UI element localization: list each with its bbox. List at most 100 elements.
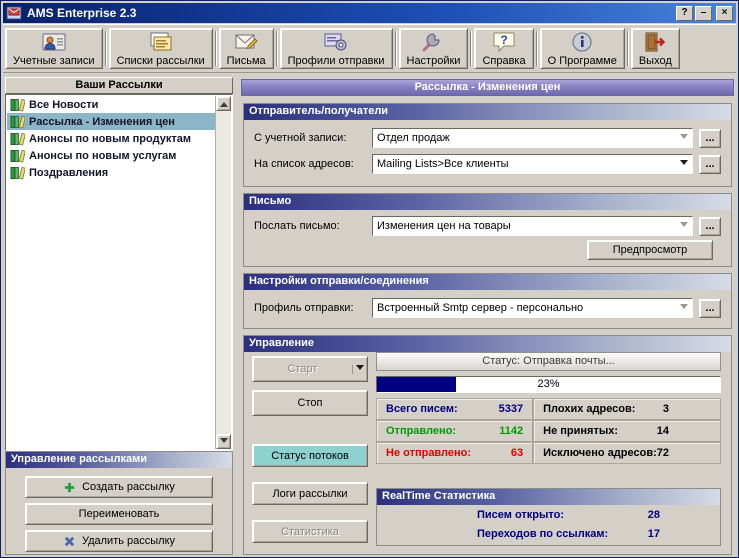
statistics-button[interactable]: Статистика <box>252 520 368 543</box>
list-scrollbar[interactable] <box>215 96 231 449</box>
list-item-congratulations[interactable]: Поздравления <box>7 164 215 181</box>
mailing-lists-icon <box>148 30 174 54</box>
status-text: Статус: Отправка почты... <box>376 352 721 371</box>
chevron-down-icon[interactable] <box>676 221 692 231</box>
profile-label: Профиль отправки: <box>254 302 354 314</box>
main-panel: Рассылка - Изменения цен Отправитель/пол… <box>241 79 734 555</box>
plus-icon <box>63 481 76 494</box>
list-item-new-products[interactable]: Анонсы по новым продуктам <box>7 130 215 147</box>
about-icon <box>569 30 595 54</box>
toolbar-separator <box>394 31 397 66</box>
profile-browse-button[interactable]: ... <box>699 298 721 318</box>
stat-label: Не принятых: <box>543 425 619 437</box>
profile-select[interactable]: Встроенный Smtp сервер - персонально <box>372 298 693 318</box>
letter-row: Послать письмо: Изменения цен на товары … <box>254 216 721 236</box>
account-label: С учетной записи: <box>254 132 347 144</box>
chevron-down-icon[interactable] <box>676 303 692 313</box>
scroll-down-button[interactable] <box>216 434 231 449</box>
toolbar-button-help[interactable]: ? Справка <box>474 28 534 69</box>
address-list-row: На список адресов: Mailing Lists>Все кли… <box>254 154 721 174</box>
address-list-browse-button[interactable]: ... <box>699 154 721 174</box>
toolbar-button-send-profiles[interactable]: Профили отправки <box>279 28 393 69</box>
sender-group: Отправитель/получатели С учетной записи:… <box>243 103 732 187</box>
create-mailing-label: Создать рассылку <box>82 481 175 493</box>
app-icon <box>6 6 22 20</box>
books-icon <box>10 148 25 163</box>
toolbar-label: О Программе <box>547 55 617 67</box>
toolbar-button-mailing-lists[interactable]: Списки рассылки <box>108 28 213 69</box>
stat-excluded-addresses: Исключено адресов: 72 <box>533 442 721 464</box>
address-list-select[interactable]: Mailing Lists>Все клиенты <box>372 154 693 174</box>
toolbar-label: Списки рассылки <box>116 55 205 67</box>
create-mailing-button[interactable]: Создать рассылку <box>25 476 213 498</box>
window-title: AMS Enterprise 2.3 <box>27 6 137 20</box>
stop-button[interactable]: Стоп <box>252 390 368 416</box>
scroll-up-button[interactable] <box>216 96 231 111</box>
mailing-title: Рассылка - Изменения цен <box>241 79 734 96</box>
books-icon <box>10 165 25 180</box>
toolbar-separator <box>470 31 473 66</box>
start-dropdown-arrow[interactable] <box>352 364 367 374</box>
stat-not-accepted: Не принятых: 14 <box>533 420 721 442</box>
stat-value: 1142 <box>499 425 524 437</box>
cross-icon <box>63 535 76 548</box>
list-item-label: Поздравления <box>29 166 109 179</box>
sender-group-header: Отправитель/получатели <box>244 104 731 120</box>
help-icon: ? <box>491 30 517 54</box>
toolbar-button-exit[interactable]: Выход <box>630 28 680 69</box>
stat-label: Исключено адресов: <box>543 447 657 459</box>
chevron-down-icon[interactable] <box>676 133 692 143</box>
stat-label: Всего писем: <box>386 403 458 415</box>
exit-icon <box>642 30 668 54</box>
delete-mailing-button[interactable]: Удалить рассылку <box>25 530 213 552</box>
toolbar-button-letters[interactable]: Письма <box>218 28 274 69</box>
control-group: Управление Старт Стоп Статус потоков Лог… <box>243 335 732 555</box>
account-select[interactable]: Отдел продаж <box>372 128 693 148</box>
realtime-stats-panel: RealTime Статистика Писем открыто: 28 Пе… <box>376 488 721 546</box>
mailing-logs-button[interactable]: Логи рассылки <box>252 482 368 505</box>
clicks-value: 17 <box>647 527 660 540</box>
address-list-label: На список адресов: <box>254 158 354 170</box>
chevron-down-icon[interactable] <box>676 159 692 169</box>
mailings-list: Все Новости Рассылка - Изменения цен Ано… <box>5 94 233 451</box>
toolbar-label: Учетные записи <box>13 55 95 67</box>
books-icon <box>10 131 25 146</box>
toolbar-button-settings[interactable]: Настройки <box>398 28 469 69</box>
thread-status-button[interactable]: Статус потоков <box>252 444 368 467</box>
svg-text:?: ? <box>500 33 507 47</box>
settings-icon <box>420 30 446 54</box>
letter-select[interactable]: Изменения цен на товары <box>372 216 693 236</box>
preview-button[interactable]: Предпросмотр <box>587 240 713 260</box>
scroll-up-icon <box>219 98 228 107</box>
toolbar-separator <box>626 31 629 66</box>
rename-mailing-button[interactable]: Переименовать <box>25 503 213 525</box>
letter-group-header: Письмо <box>244 194 731 210</box>
account-browse-button[interactable]: ... <box>699 128 721 148</box>
minimize-button[interactable]: – <box>695 5 712 21</box>
books-icon <box>10 114 25 129</box>
toolbar-label: Настройки <box>406 55 461 67</box>
letter-browse-button[interactable]: ... <box>699 216 721 236</box>
close-button[interactable]: × <box>716 5 733 21</box>
account-row: С учетной записи: Отдел продаж ... <box>254 128 721 148</box>
letter-label: Послать письмо: <box>254 220 340 232</box>
send-settings-header: Настройки отправки/соединения <box>244 274 731 290</box>
toolbar-label: Выход <box>638 55 672 67</box>
stat-sent: Отправлено: 1142 <box>376 420 534 442</box>
start-button[interactable]: Старт <box>252 356 368 382</box>
delete-mailing-label: Удалить рассылку <box>81 535 176 547</box>
accounts-icon <box>41 30 67 54</box>
help-titlebar-button[interactable]: ? <box>676 5 693 21</box>
toolbar-button-about[interactable]: О Программе <box>539 28 625 69</box>
list-item-label: Рассылка - Изменения цен <box>29 115 175 128</box>
sidebar-header: Ваши Рассылки <box>5 77 233 94</box>
list-item-price-changes[interactable]: Рассылка - Изменения цен <box>7 113 215 130</box>
account-value: Отдел продаж <box>377 132 450 144</box>
toolbar-separator <box>275 31 278 66</box>
control-status-area: Статус: Отправка почты... 23% Всего писе… <box>376 336 721 548</box>
list-item-new-services[interactable]: Анонсы по новым услугам <box>7 147 215 164</box>
list-item-all-news[interactable]: Все Новости <box>7 96 215 113</box>
toolbar-button-accounts[interactable]: Учетные записи <box>5 28 103 69</box>
chevron-down-icon <box>356 364 364 374</box>
profile-row: Профиль отправки: Встроенный Smtp сервер… <box>254 298 721 318</box>
